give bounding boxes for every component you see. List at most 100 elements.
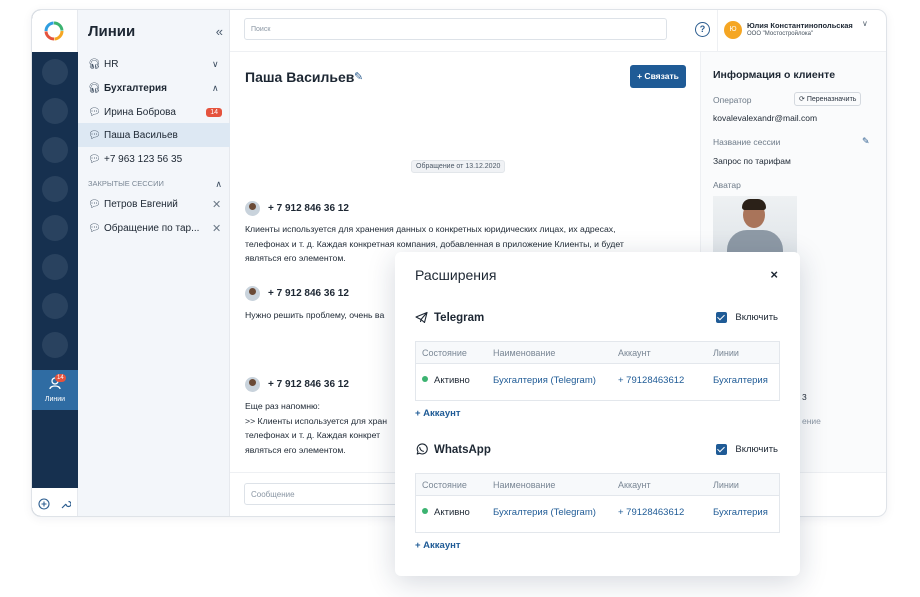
user-company: ООО "Мостостройлока" [747, 31, 814, 37]
collapse-icon[interactable]: « [216, 24, 223, 39]
table-header: Состояние Наименование Аккаунт Линии [416, 342, 779, 364]
message-sender: + 7 912 846 36 12 [268, 288, 349, 299]
headset-icon: 🎧︎ [88, 82, 101, 94]
column-header: Линии [713, 480, 739, 490]
rail-logo-area [32, 10, 78, 52]
session-label: Паша Васильев [104, 129, 178, 141]
avatar[interactable]: Ю [724, 21, 742, 39]
closed-session-item[interactable]: 💬︎ Обращение по тар... ✕ [78, 216, 230, 240]
message-sender: + 7 912 846 36 12 [268, 379, 349, 390]
account-link[interactable]: + 79128463612 [618, 375, 684, 386]
divider [717, 10, 718, 52]
edit-icon[interactable]: ✎ [354, 70, 363, 83]
lines-link[interactable]: Бухгалтерия [713, 375, 768, 386]
client-info-title: Информация о клиенте [713, 69, 836, 81]
column-header: Аккаунт [618, 480, 651, 490]
rail-item[interactable] [42, 215, 68, 241]
session-name-label: Название сессии [713, 137, 781, 147]
closed-sessions-header[interactable]: ЗАКРЫТЫЕ СЕССИИ ∧ [88, 179, 222, 190]
session-label: +7 963 123 56 35 [104, 153, 183, 165]
extensions-modal: Расширения × Telegram Включить Состояние… [395, 252, 800, 576]
enable-toggle[interactable]: Включить [716, 312, 778, 323]
account-link[interactable]: + 79128463612 [618, 507, 684, 518]
page-title: Паша Васильев [245, 69, 355, 85]
client-photo [713, 196, 797, 256]
rail-item[interactable] [42, 293, 68, 319]
lines-panel: Линии « 🎧︎ HR ∨ 🎧︎ Бухгалтерия ∧ 💬︎ Ирин… [78, 10, 230, 516]
wrench-icon[interactable] [60, 499, 71, 510]
user-name[interactable]: Юлия Константинопольская [747, 21, 853, 30]
name-link[interactable]: Бухгалтерия (Telegram) [493, 375, 596, 386]
refresh-icon: ⟳ [799, 96, 805, 103]
rail-badge: 14 [55, 374, 66, 382]
app-logo-icon [44, 21, 64, 41]
column-header: Аккаунт [618, 348, 651, 358]
connect-button[interactable]: + Связать [630, 65, 686, 88]
session-item[interactable]: 💬︎ Ирина Боброва 14 [78, 100, 230, 124]
group-label: Бухгалтерия [104, 82, 167, 94]
chat-bubble-icon: 💬︎ [88, 106, 101, 118]
chevron-up-icon[interactable]: ∧ [215, 179, 222, 190]
operator-value: kovalevalexandr@mail.com [713, 113, 818, 123]
photo-hair [742, 199, 766, 210]
chevron-down-icon[interactable]: ∨ [212, 59, 230, 70]
help-icon[interactable]: ? [695, 22, 710, 37]
chat-bubble-icon: 💬︎ [88, 198, 101, 210]
enable-checkbox[interactable] [716, 312, 728, 323]
search-input[interactable]: Поиск [244, 18, 667, 40]
table-header: Состояние Наименование Аккаунт Линии [416, 474, 779, 496]
add-circle-icon[interactable] [38, 498, 50, 510]
operator-label: Оператор [713, 95, 752, 105]
session-label: Ирина Боброва [104, 106, 176, 118]
session-label: Обращение по тар... [104, 222, 200, 234]
reassign-button[interactable]: ⟳ Переназначить [794, 92, 862, 106]
status-text: Активно [434, 507, 470, 518]
service-name: Telegram [434, 311, 485, 324]
avatar [245, 201, 260, 216]
rail-item-label: Линии [44, 396, 66, 403]
close-icon[interactable]: ✕ [212, 198, 230, 211]
avatar-label: Аватар [713, 180, 741, 190]
rail-item[interactable] [42, 98, 68, 124]
accounts-table: Состояние Наименование Аккаунт Линии Акт… [415, 341, 780, 401]
group-accounting[interactable]: 🎧︎ Бухгалтерия ∧ [78, 76, 230, 100]
status-dot [422, 376, 428, 382]
status-dot [422, 508, 428, 514]
rail-item[interactable] [42, 254, 68, 280]
enable-label: Включить [735, 444, 778, 455]
enable-checkbox[interactable] [716, 444, 728, 455]
chevron-down-icon[interactable]: ∨ [862, 19, 868, 28]
rail-item[interactable] [42, 332, 68, 358]
enable-toggle[interactable]: Включить [716, 444, 778, 455]
closed-sessions-label: ЗАКРЫТЫЕ СЕССИИ [88, 179, 164, 188]
message-header: + 7 912 846 36 12 [245, 201, 349, 216]
chevron-up-icon[interactable]: ∧ [212, 83, 230, 94]
session-item[interactable]: 💬︎ +7 963 123 56 35 [78, 147, 230, 171]
status-text: Активно [434, 375, 470, 386]
add-account-button[interactable]: + Аккаунт [415, 408, 461, 419]
rail-item[interactable] [42, 59, 68, 85]
message-line: Клиенты используется для хранения данных… [245, 224, 616, 234]
partial-label: ение [802, 416, 821, 426]
rail-bottom-area [32, 488, 78, 516]
message-header: + 7 912 846 36 12 [245, 286, 349, 301]
closed-session-item[interactable]: 💬︎ Петров Евгений ✕ [78, 192, 230, 216]
column-header: Линии [713, 348, 739, 358]
session-item-selected[interactable]: 💬︎ Паша Васильев [78, 123, 230, 147]
column-header: Наименование [493, 348, 556, 358]
add-account-button[interactable]: + Аккаунт [415, 540, 461, 551]
group-hr[interactable]: 🎧︎ HR ∨ [78, 52, 230, 76]
close-icon[interactable]: ✕ [212, 222, 230, 235]
enable-label: Включить [735, 312, 778, 323]
rail-item[interactable] [42, 176, 68, 202]
partial-value: 3 [802, 392, 807, 402]
close-icon[interactable]: × [770, 267, 778, 282]
rail-item[interactable] [42, 137, 68, 163]
headset-icon: 🎧︎ [88, 58, 101, 70]
unread-badge: 14 [206, 107, 222, 117]
status-cell: Активно [422, 507, 470, 518]
lines-link[interactable]: Бухгалтерия [713, 507, 768, 518]
date-pill: Обращение от 13.12.2020 [411, 160, 506, 173]
name-link[interactable]: Бухгалтерия (Telegram) [493, 507, 596, 518]
edit-icon[interactable]: ✎ [862, 136, 870, 147]
